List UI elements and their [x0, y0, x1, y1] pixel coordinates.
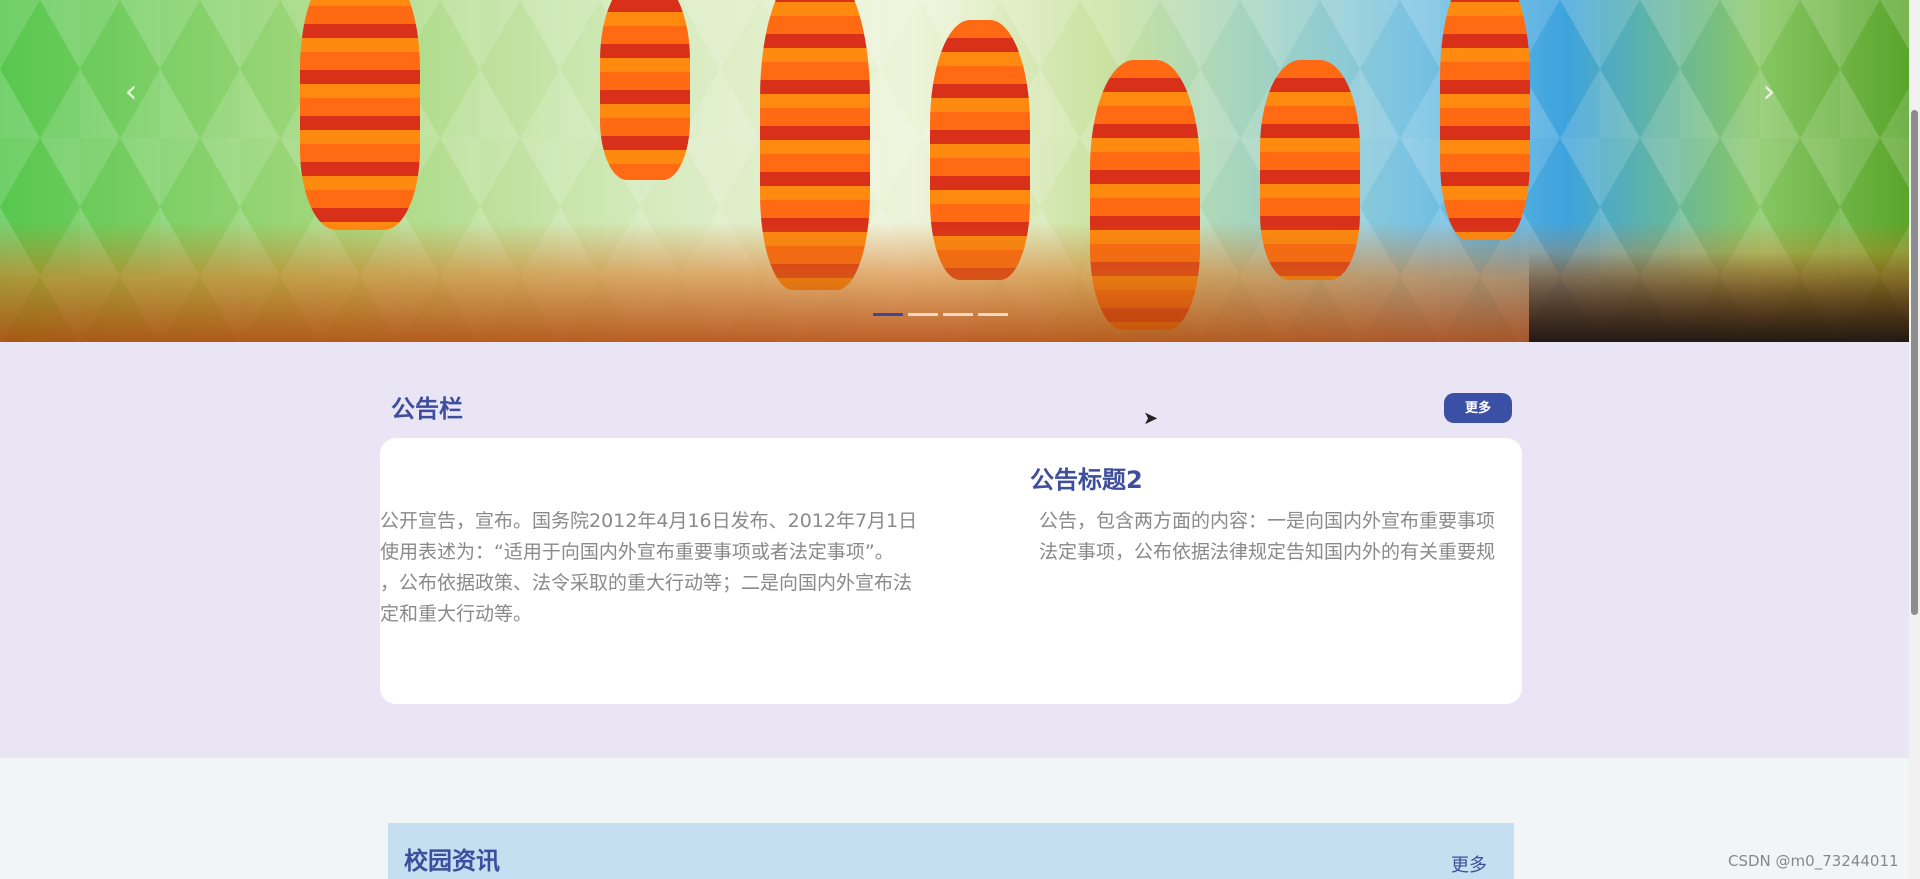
carousel-dot-4[interactable]: [978, 313, 1008, 316]
mouse-cursor-icon: ➤: [1143, 408, 1159, 429]
banner-carousel: ‹ ›: [0, 0, 1909, 342]
news-more-link[interactable]: 更多: [1451, 851, 1487, 877]
carousel-dot-2[interactable]: [908, 313, 938, 316]
notice-title: 公告栏: [391, 395, 463, 423]
notice-more-button[interactable]: 更多: [1444, 393, 1512, 423]
chevron-left-icon[interactable]: ‹: [116, 75, 146, 107]
notice-slide-title[interactable]: 公告标题2: [1030, 460, 1143, 495]
notice-slide-line: 公开宣告，宣布。国务院2012年4月16日发布、2012年7月1日: [380, 510, 918, 532]
scrollbar-thumb[interactable]: [1911, 110, 1918, 615]
page-scrollbar[interactable]: [1909, 0, 1920, 879]
notice-slide-line: ，公布依据政策、法令采取的重大行动等；二是向国内外宣布法: [380, 572, 913, 594]
news-header: 校园资讯 更多: [388, 823, 1514, 879]
banner-figure: [300, 0, 420, 230]
notice-slide-line: 公告，包含两方面的内容：一是向国内外宣布重要事项: [1039, 510, 1496, 532]
carousel-dot-1[interactable]: [873, 313, 903, 316]
carousel-indicators: [873, 313, 1008, 316]
watermark: CSDN @m0_73244011: [1728, 852, 1899, 870]
banner-figure: [1440, 0, 1530, 240]
carousel-dot-3[interactable]: [943, 313, 973, 316]
chevron-right-icon[interactable]: ›: [1754, 75, 1784, 107]
notice-section: 公告栏 更多 公告标题2 公开宣告，宣布。国务院2012年4月16日发布、201…: [0, 342, 1909, 758]
notice-card[interactable]: 公告标题2 公开宣告，宣布。国务院2012年4月16日发布、2012年7月1日 …: [380, 438, 1522, 704]
notice-slide-line: 法定事项，公布依据法律规定告知国内外的有关重要规: [1039, 541, 1496, 563]
notice-slide-line: 使用表述为：“适用于向国内外宣布重要事项或者法定事项”。: [380, 541, 894, 563]
notice-slide-line: 定和重大行动等。: [380, 603, 533, 625]
banner-figure: [600, 0, 690, 180]
banner-grass-dark: [1529, 252, 1909, 342]
news-title: 校园资讯: [404, 847, 500, 875]
